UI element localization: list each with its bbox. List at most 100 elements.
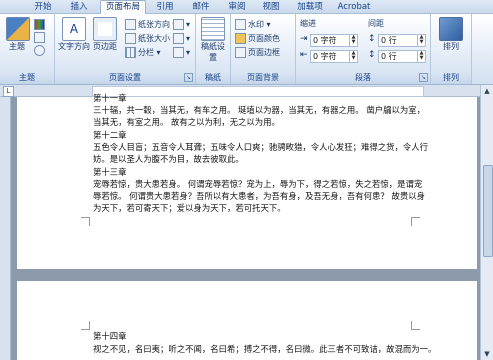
text-direction-label: 文字方向 <box>58 42 90 51</box>
paper-group: 稿纸设置 稿纸 <box>196 14 231 84</box>
arrange-icon <box>439 17 463 41</box>
themes-button-label: 主题 <box>9 42 25 51</box>
scroll-down-icon[interactable]: ▼ <box>482 349 492 359</box>
text-direction-button[interactable]: A 文字方向 <box>58 17 90 52</box>
spacing-before-value: 0 行 <box>381 36 397 45</box>
scrollbar-thumb[interactable] <box>483 165 493 257</box>
horizontal-ruler: L <box>0 85 493 97</box>
indent-left-icon: ⇥ <box>300 34 308 44</box>
text-line: 三十辐，共一毂，当其无，有车之用。 埏埴以为器，当其无，有器之用。 凿户牖以为室… <box>93 105 425 115</box>
text-line: 视之不见，名曰夷；听之不闻，名曰希；搏之不得，名曰微。此三者不可致诘，故混而为一… <box>93 344 437 354</box>
ruler-text-area[interactable] <box>92 86 424 97</box>
vertical-scrollbar[interactable]: ▲ ▼ <box>480 85 493 360</box>
watermark-button[interactable]: 水印 ▾ <box>235 19 271 30</box>
tab-view[interactable]: 视图 <box>256 1 286 13</box>
ribbon-tab-bar: 开始 插入 页面布局 引用 邮件 审阅 视图 加载项 Acrobat <box>0 0 493 14</box>
paper-settings-button[interactable]: 稿纸设置 <box>200 17 226 63</box>
themes-group-label: 主题 <box>0 72 54 84</box>
indent-right-spinner-icon[interactable]: ▲ ▼ <box>349 51 357 62</box>
margins-icon <box>93 17 117 41</box>
line-numbers-button[interactable]: ▾ <box>173 33 190 44</box>
paragraph-launcher-icon[interactable]: ↘ <box>419 73 428 82</box>
crop-mark-icon <box>81 217 90 226</box>
page-border-icon <box>235 47 246 58</box>
tab-acrobat[interactable]: Acrobat <box>332 1 376 13</box>
crop-mark-icon <box>411 321 420 330</box>
size-label: 纸张大小 <box>138 34 170 43</box>
text-line: 当其无，有室之用。 故有之以为利，无之以为用。 <box>93 117 280 127</box>
indent-label: 缩进 <box>300 19 316 28</box>
paragraph-group-label: 段落 <box>296 72 430 84</box>
indent-right-value: 0 字符 <box>313 52 337 61</box>
page-color-icon <box>235 33 246 44</box>
text-line: 为天下，若可寄天下；爱以身为天下，若可托天下。 <box>93 203 286 213</box>
page-border-label: 页面边框 <box>248 48 280 57</box>
theme-fonts-button[interactable] <box>34 32 47 43</box>
margins-label: 页边距 <box>93 42 117 51</box>
chapter-11-heading: 第十一章 <box>93 93 127 103</box>
tab-selector-icon[interactable]: L <box>3 86 14 97</box>
paper-group-label: 稿纸 <box>196 72 230 84</box>
spacing-label: 间距 <box>368 19 384 28</box>
breaks-icon <box>173 19 184 30</box>
font-icon <box>34 32 45 43</box>
document-page-1[interactable]: 第十一章 三十辐，共一毂，当其无，有车之用。 埏埴以为器，当其无，有器之用。 凿… <box>17 93 477 269</box>
tab-page-layout[interactable]: 页面布局 <box>100 0 146 14</box>
vertical-ruler <box>0 97 11 360</box>
arrange-group-label: 排列 <box>431 72 471 84</box>
text-line: 五色令人目盲；五音令人耳聋；五味令人口爽；驰骋畋猎，令人心发狂；难得之货，令人行 <box>93 142 428 152</box>
theme-colors-button[interactable] <box>34 19 47 30</box>
watermark-label: 水印 <box>248 20 264 29</box>
spacing-after-value: 0 行 <box>381 52 397 61</box>
page-setup-group: A 文字方向 页边距 纸张方向 ▾ 纸张大小 ▾ 分栏 ▾ ▾ ▾ ▾ 页面设置… <box>55 14 196 84</box>
spacing-after-icon: ↕ <box>368 50 376 60</box>
tab-review[interactable]: 审阅 <box>222 1 252 13</box>
page-color-button[interactable]: 页面颜色 <box>235 33 280 44</box>
spacing-after-spinner-icon[interactable]: ▲ ▼ <box>417 51 425 62</box>
paragraph-group: 缩进 间距 ⇥ 0 字符 ▲ ▼ ⇤ 0 字符 ▲ ▼ ↕ 0 行 ▲ ▼ ↕ 0 行 ▲ ▼ … <box>296 14 431 84</box>
hyphenation-button[interactable]: ▾ <box>173 47 190 58</box>
paper-settings-label: 稿纸设置 <box>201 42 225 62</box>
document-area: 第十一章 三十辐，共一毂，当其无，有车之用。 埏埴以为器，当其无，有器之用。 凿… <box>11 93 480 360</box>
tab-references[interactable]: 引用 <box>150 1 180 13</box>
tab-addins[interactable]: 加载项 <box>290 1 330 13</box>
tab-mailings[interactable]: 邮件 <box>186 1 216 13</box>
arrange-button[interactable]: 排列 <box>438 17 464 52</box>
themes-button[interactable]: 主题 <box>6 17 30 52</box>
spacing-before-icon: ↕ <box>368 34 376 44</box>
indent-left-spinner-icon[interactable]: ▲ ▼ <box>349 35 357 46</box>
breaks-button[interactable]: ▾ <box>173 19 190 30</box>
effects-icon <box>34 45 45 56</box>
tab-home[interactable]: 开始 <box>28 1 58 13</box>
columns-button[interactable]: 分栏 ▾ <box>125 47 161 58</box>
spacing-after-input[interactable]: 0 行 ▲ ▼ <box>378 50 426 63</box>
indent-right-input[interactable]: 0 字符 ▲ ▼ <box>310 50 358 63</box>
page-background-group-label: 页面背景 <box>231 72 295 84</box>
page-setup-group-label: 页面设置 <box>55 72 195 84</box>
hyphenation-icon <box>173 47 184 58</box>
page-background-group: 水印 ▾ 页面颜色 页面边框 页面背景 <box>231 14 296 84</box>
grid-paper-icon <box>201 17 225 41</box>
spacing-before-spinner-icon[interactable]: ▲ ▼ <box>417 35 425 46</box>
page-setup-launcher-icon[interactable]: ↘ <box>184 73 193 82</box>
document-page-2[interactable]: 第十四章 视之不见，名曰夷；听之不闻，名曰希；搏之不得，名曰微。此三者不可致诘，… <box>17 281 477 360</box>
size-button[interactable]: 纸张大小 ▾ <box>125 33 177 44</box>
indent-right-icon: ⇤ <box>300 50 308 60</box>
theme-effects-button[interactable] <box>34 45 47 56</box>
orientation-icon <box>125 19 136 30</box>
indent-left-input[interactable]: 0 字符 ▲ ▼ <box>310 34 358 47</box>
chapter-12-heading: 第十二章 <box>93 130 127 140</box>
page-border-button[interactable]: 页面边框 <box>235 47 280 58</box>
chapter-13-heading: 第十三章 <box>93 167 127 177</box>
text-direction-icon: A <box>62 17 86 41</box>
tab-insert[interactable]: 插入 <box>64 1 94 13</box>
margins-button[interactable]: 页边距 <box>91 17 119 52</box>
text-line: 辱若惊。 何谓贵大患若身？吾所以有大患者，为吾有身，及吾无身，吾有何患？ 故贵以… <box>93 191 425 201</box>
size-icon <box>125 33 136 44</box>
orientation-button[interactable]: 纸张方向 ▾ <box>125 19 177 30</box>
scroll-up-icon[interactable]: ▲ <box>482 86 492 96</box>
spacing-before-input[interactable]: 0 行 ▲ ▼ <box>378 34 426 47</box>
line-numbers-icon <box>173 33 184 44</box>
crop-mark-icon <box>81 321 90 330</box>
themes-icon <box>6 17 30 41</box>
